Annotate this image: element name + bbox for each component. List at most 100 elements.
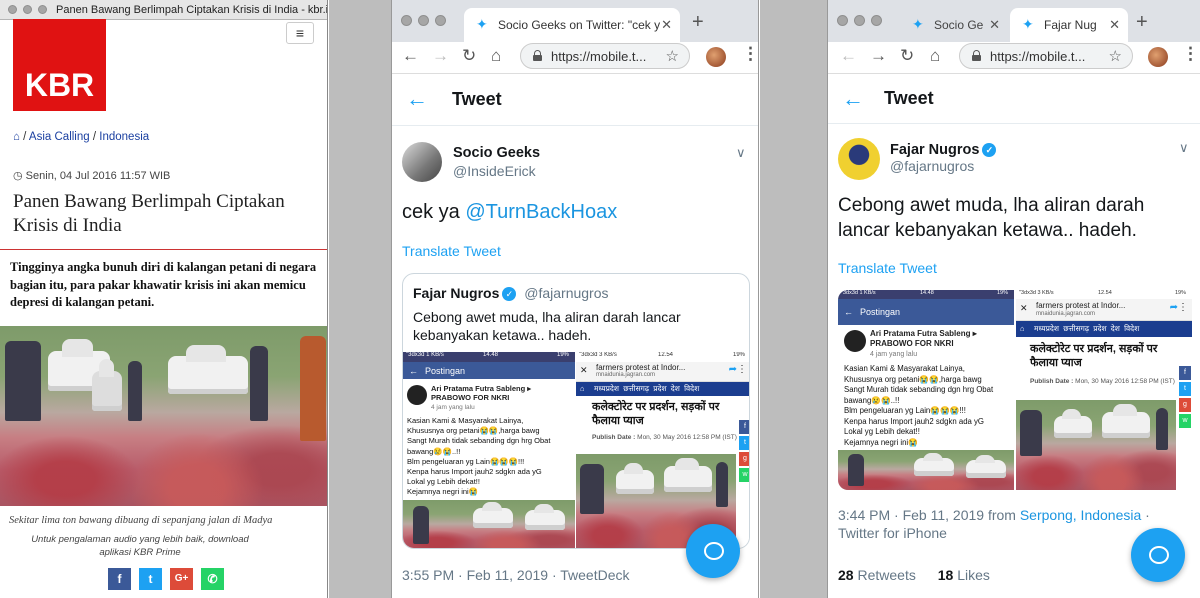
home-icon[interactable]: ⌂ [930, 46, 940, 66]
zoom-window-button[interactable] [38, 5, 47, 14]
close-window-button[interactable] [8, 5, 17, 14]
tab-fajar-nugros[interactable]: ✦ Fajar Nug ✕ [1010, 8, 1128, 42]
breadcrumb-separator: / [92, 131, 97, 143]
more-menu-icon: ⋮ [1178, 302, 1188, 313]
kbr-logo[interactable]: KBR [13, 19, 106, 111]
page-title: Tweet [884, 88, 934, 108]
bookmark-star-icon[interactable]: ☆ [666, 47, 679, 65]
home-icon: ⌂ [580, 384, 585, 393]
home-icon: ⌂ [1020, 324, 1025, 333]
author-name[interactable]: Fajar Nugros [890, 142, 979, 158]
whatsapp-icon[interactable]: ✆ [201, 568, 224, 590]
status-time: 14.48 [920, 290, 934, 296]
hamburger-menu-button[interactable]: ≡ [286, 22, 314, 44]
close-window-button[interactable] [837, 15, 848, 26]
quoted-image-facebook-post[interactable]: "3dx3d 1 KB/s 14.48 19% ← Postingan Ari Pra… [403, 352, 575, 548]
more-menu-icon[interactable]: ⋮ [742, 44, 758, 64]
page-title: Tweet [452, 89, 502, 109]
status-text: "3dx3d 1 KB/s [406, 352, 444, 358]
new-tab-button[interactable]: + [692, 12, 704, 32]
share-icon: ➦ [728, 364, 737, 375]
profile-avatar-icon[interactable] [706, 47, 726, 67]
quoted-image-news-article[interactable]: "3dx3d 3 KB/s 12.54 19% ✕ farmers protest … [576, 352, 749, 548]
breadcrumb-item-asia-calling[interactable]: Asia Calling [29, 131, 90, 143]
google-plus-icon[interactable]: G+ [170, 568, 193, 590]
profile-avatar-icon[interactable] [1148, 47, 1168, 67]
more-menu-icon[interactable]: ⋮ [1182, 44, 1199, 64]
author-handle[interactable]: @fajarnugros [890, 158, 974, 174]
likes-label: Likes [957, 567, 990, 583]
quoted-tweet[interactable]: Fajar Nugros ✓ @fajarnugros Cebong awet m… [402, 273, 750, 549]
twitter-icon: t [739, 436, 749, 450]
tweet-image-news-article[interactable]: "3dx3d 3 KB/s 12.54 19% ✕ farmers protest … [1016, 290, 1192, 490]
close-icon: ✕ [1020, 303, 1028, 313]
likes-count-link[interactable]: 18 Likes [938, 567, 990, 583]
page-title: farmers protest at Indor... [596, 363, 686, 372]
article-date: ◷ Senin, 04 Jul 2016 11:57 WIB [13, 169, 170, 182]
twitter-icon[interactable]: t [139, 568, 162, 590]
article-lede: Tingginya angka bunuh diri di kalangan p… [10, 260, 317, 309]
nav-item: विदेश [1124, 324, 1140, 333]
page-url: mnaidunia.jagran.com [1036, 311, 1096, 317]
bookmark-star-icon[interactable]: ☆ [1109, 47, 1122, 65]
back-arrow-icon[interactable]: ← [402, 46, 419, 66]
close-tab-icon[interactable]: ✕ [989, 17, 1000, 33]
close-tab-icon[interactable]: ✕ [1109, 17, 1120, 33]
new-tab-button[interactable]: + [1136, 12, 1148, 32]
browser-toolbar: ← → ↻ ⌂ https://mobile.t... ☆ ⋮ [828, 42, 1200, 74]
compose-reply-button[interactable] [1131, 528, 1185, 582]
mention-link[interactable]: @TurnBackHoax [465, 201, 617, 223]
tweet-location-link[interactable]: Serpong, Indonesia [1020, 507, 1141, 523]
back-arrow-icon[interactable]: ← [842, 86, 864, 112]
tweet-source: Twitter for iPhone [838, 525, 947, 541]
chevron-down-icon[interactable]: ∨ [736, 145, 746, 161]
home-icon[interactable]: ⌂ [13, 131, 20, 143]
page-url: mnaidunia.jagran.com [596, 372, 656, 378]
site-nav: ⌂ मध्यप्रदेश छत्तीसगढ़ प्रदेश देश विदेश [1016, 321, 1192, 337]
back-arrow-icon[interactable]: ← [840, 46, 857, 66]
translate-tweet-link[interactable]: Translate Tweet [402, 243, 501, 259]
tweet-stats: 28 Retweets 18 Likes [838, 567, 990, 583]
tab-title: Fajar Nug [1044, 18, 1097, 32]
retweets-count-link[interactable]: 28 Retweets [838, 567, 916, 583]
breadcrumb-item-indonesia[interactable]: Indonesia [99, 131, 149, 143]
minimize-window-button[interactable] [854, 15, 865, 26]
home-icon[interactable]: ⌂ [491, 46, 501, 66]
fb-header: ← Postingan [403, 362, 575, 379]
close-window-button[interactable] [401, 15, 412, 26]
tweet-image-facebook-post[interactable]: "3dx3d 1 KB/s 14.48 19% ← Postingan Ari Pra… [838, 290, 1014, 490]
likes-count: 18 [937, 567, 954, 583]
post-text: Kasian Kami & Masyarakat Lainya, Khususn… [407, 416, 551, 497]
address-bar[interactable]: https://mobile.t... ☆ [520, 43, 690, 69]
compose-reply-button[interactable] [686, 524, 740, 578]
publish-date: Publish Date : Mon, 30 May 2016 12:58 PM… [1030, 378, 1175, 385]
reload-icon[interactable]: ↻ [462, 46, 476, 66]
status-time: 12.54 [1098, 290, 1112, 296]
quoted-author-name: Fajar Nugros [413, 285, 500, 301]
forward-arrow-icon[interactable]: → [432, 46, 449, 66]
address-bar[interactable]: https://mobile.t... ☆ [959, 43, 1133, 69]
zoom-window-button[interactable] [871, 15, 882, 26]
minimize-window-button[interactable] [418, 15, 429, 26]
close-tab-icon[interactable]: ✕ [661, 17, 672, 33]
fb-header-title: Postingan [860, 307, 901, 317]
back-arrow-icon[interactable]: ← [406, 86, 428, 112]
reload-icon[interactable]: ↻ [900, 46, 914, 66]
tab-socio-geeks[interactable]: ✦ Socio Geeks on Twitter: "cek y ✕ [464, 8, 680, 42]
chevron-down-icon[interactable]: ∨ [1179, 140, 1189, 156]
whatsapp-icon: w [1179, 414, 1191, 428]
nav-item: विदेश [684, 384, 700, 393]
audio-app-promo[interactable]: Untuk pengalaman audio yang lebih baik, … [30, 533, 250, 559]
translate-tweet-link[interactable]: Translate Tweet [838, 260, 937, 276]
zoom-window-button[interactable] [435, 15, 446, 26]
post-photo [838, 450, 1014, 490]
author-avatar[interactable] [838, 138, 880, 180]
forward-arrow-icon[interactable]: → [870, 46, 887, 66]
minimize-window-button[interactable] [23, 5, 32, 14]
author-handle[interactable]: @InsideErick [453, 163, 536, 179]
author-name[interactable]: Socio Geeks [453, 145, 540, 161]
background-gap [760, 0, 827, 598]
facebook-icon[interactable]: f [108, 568, 131, 590]
author-avatar[interactable] [402, 142, 442, 182]
tab-socio-geeks[interactable]: ✦ Socio Ge ✕ [900, 8, 1008, 42]
